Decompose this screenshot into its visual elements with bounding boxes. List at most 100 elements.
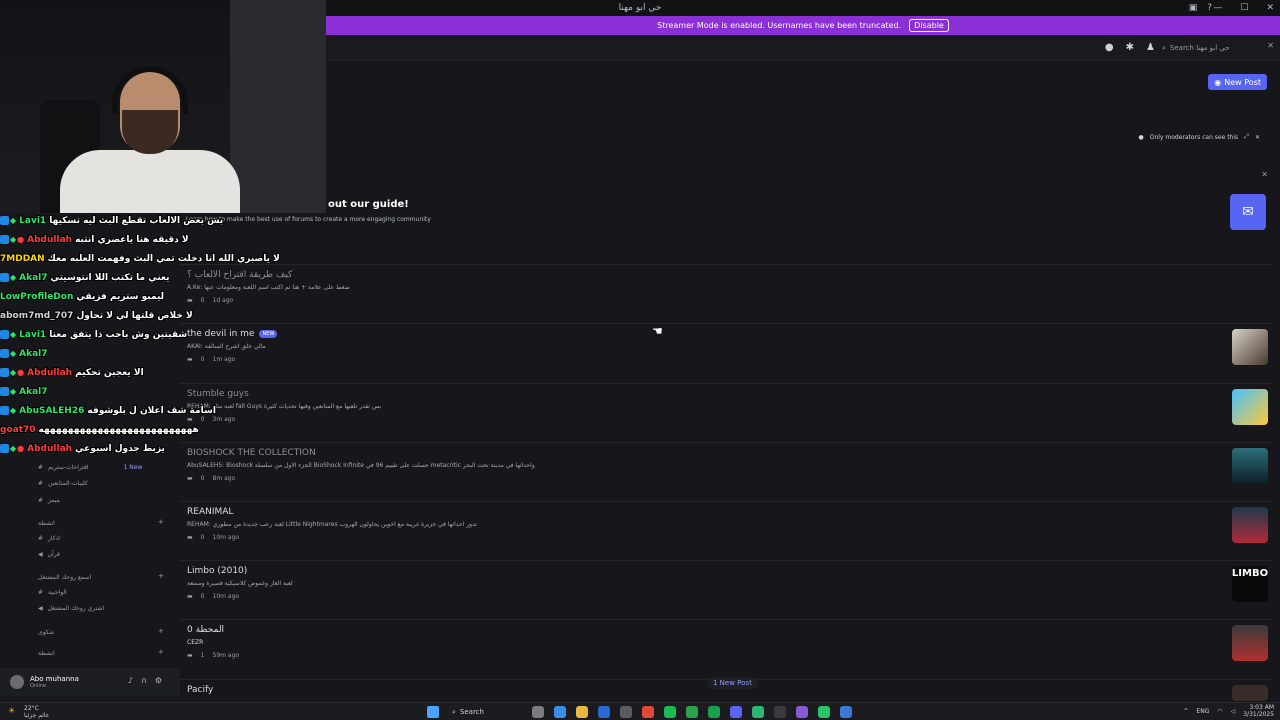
xbox-icon[interactable]	[686, 706, 698, 718]
channel-item[interactable]: # اقتراحات-ستريم 1 New	[38, 464, 142, 471]
channel-category[interactable]: اسمع روحك المشتغل	[38, 574, 91, 581]
channel-item[interactable]: ◀ اشتري روحك المشتغل	[38, 605, 104, 612]
app-icon[interactable]	[840, 706, 852, 718]
system-tray: ^ ENG ◠ ◁ 3:03 AM 3/31/2025	[1183, 704, 1274, 718]
webcam-person-beard	[122, 110, 178, 154]
mouse-cursor-icon: ☚	[652, 324, 663, 338]
forum-channel-icon: #	[38, 464, 44, 471]
taskbar: ☀ 22°C غائم جزئيا ⌕ Search ^ ENG ◠ ◁ 3:0…	[0, 702, 1280, 720]
chevron-up-icon[interactable]: ^	[1183, 708, 1188, 715]
chat-message: ◆ Lavi1 بس بعض الالعاب تقطع البث ليه تسكيه…	[0, 211, 223, 230]
channel-category[interactable]: انشطة	[38, 650, 55, 657]
help-icon[interactable]: ?	[1207, 0, 1212, 16]
edge-icon[interactable]	[554, 706, 566, 718]
speaker-icon: ◀	[38, 605, 43, 612]
new-badge: 1 New	[123, 464, 143, 471]
expand-icon[interactable]: ⤢	[1244, 133, 1249, 141]
channel-category[interactable]: شكوى	[38, 629, 54, 636]
post-thumbnail	[1232, 507, 1268, 543]
chat-message: ◆ ● Abdullah الا يعجبن تحكيم	[0, 363, 144, 382]
webcam-person-body	[60, 150, 240, 213]
post-thumbnail	[1232, 448, 1268, 484]
app-icon[interactable]	[796, 706, 808, 718]
post-author: CEZR	[187, 639, 204, 646]
post-thumbnail	[1232, 625, 1268, 661]
headphones-icon[interactable]: ∩	[141, 676, 147, 685]
app-icon[interactable]	[818, 706, 830, 718]
notification-bell-icon[interactable]: ✱	[1126, 42, 1134, 53]
discord-icon[interactable]	[730, 706, 742, 718]
maximize-button[interactable]: ☐	[1240, 0, 1248, 16]
app-icon[interactable]	[752, 706, 764, 718]
search-input[interactable]: ⌕ Search حي ابو مهنا ✕	[1158, 41, 1274, 55]
store-icon[interactable]	[598, 706, 610, 718]
close-icon[interactable]: ✕	[1261, 170, 1268, 179]
inbox-icon[interactable]: ▣	[1189, 0, 1198, 16]
forum-post[interactable]: المحطة 0 CEZR ▬ 1 59m ago	[180, 619, 1272, 675]
add-channel-icon[interactable]: +	[158, 518, 164, 526]
post-title: المحطة 0	[187, 625, 225, 635]
chat-message: ◆ Akal7 يعني ما تكتب اللا انتوسيتي	[0, 268, 169, 287]
minimize-button[interactable]: —	[1213, 0, 1222, 16]
channel-item[interactable]: # كليبات-المتابعين	[38, 480, 88, 487]
members-icon[interactable]: ♟	[1146, 42, 1155, 53]
info-icon[interactable]: ●	[1105, 42, 1114, 53]
post-thumbnail	[1232, 685, 1268, 701]
close-button[interactable]: ✕	[1266, 0, 1274, 16]
user-controls: ♪ ∩ ⚙	[128, 676, 162, 685]
channel-header: ● ✱ ♟ ⌕ Search حي ابو مهنا ✕	[326, 35, 1280, 61]
chat-message: LowProfileDon ليمبو ستريم فزيقي	[0, 291, 165, 302]
language-indicator[interactable]: ENG	[1196, 708, 1209, 715]
webcam-overlay	[0, 0, 326, 213]
chat-message: ◆ Lavi1 شقيتين وش باحب ذا يتفق معنا	[0, 325, 187, 344]
gear-icon[interactable]: ⚙	[155, 676, 162, 685]
volume-icon[interactable]: ◁	[1231, 708, 1236, 715]
forum-post[interactable]: BIOSHOCK THE COLLECTION AbuSALEH5: Biosh…	[180, 442, 1272, 498]
app-icon[interactable]	[708, 706, 720, 718]
channel-item[interactable]: # اذكار	[38, 535, 60, 542]
titlebar-icons: ▣ ?	[1189, 0, 1212, 16]
channel-item[interactable]: # ميمز	[38, 497, 60, 504]
new-post-indicator[interactable]: 1 New Post	[707, 677, 758, 689]
add-channel-icon[interactable]: +	[158, 627, 164, 635]
post-meta: ▬ 0 10m ago	[187, 534, 240, 541]
brave-icon[interactable]	[642, 706, 654, 718]
speaker-icon: ◀	[38, 551, 43, 558]
weather-widget[interactable]: 22°C غائم جزئيا	[24, 705, 49, 719]
forum-guide-card[interactable]: ✕ out our guide! Learn how to make the b…	[186, 168, 1272, 236]
forum-post[interactable]: REANIMAL REHAM: لعبة رعب جديدة من مطوري …	[180, 501, 1272, 557]
chat-message: 7MDDAN لا ياصبري الله انا دخلت تمي البث و…	[0, 253, 280, 264]
avatar[interactable]	[10, 675, 24, 689]
clear-icon[interactable]: ✕	[1267, 41, 1274, 50]
forum-post[interactable]: Stumble guys REHAM: لعبة مثل fall Guys ب…	[180, 383, 1272, 439]
app-icon[interactable]	[620, 706, 632, 718]
new-post-button[interactable]: ◉ New Post	[1208, 74, 1267, 90]
moderators-note: ● Only moderators can see this ⤢ ✕	[1139, 133, 1260, 141]
forum-post[interactable]: كيف طريقة اقتراح الالعاب ؟ A.Ke: ضغط على…	[180, 264, 1272, 320]
file-explorer-icon[interactable]	[576, 706, 588, 718]
forum-post[interactable]: Limbo (2010) لعبة الغاز وغموض كلاسيكية ق…	[180, 560, 1272, 616]
channel-item[interactable]: # الواجبية	[38, 589, 67, 596]
start-button[interactable]	[427, 706, 439, 718]
post-meta: ▬ 1 59m ago	[187, 652, 240, 659]
taskbar-search[interactable]: ⌕ Search	[446, 705, 526, 719]
streamer-mode-banner: Streamer Mode is enabled. Usernames have…	[326, 16, 1280, 35]
wifi-icon[interactable]: ◠	[1217, 708, 1222, 715]
obs-icon[interactable]	[774, 706, 786, 718]
post-preview: AbuSALEH5: Bioshock الجزء الاول من سلسلة…	[187, 462, 535, 469]
widgets-icon[interactable]	[532, 706, 544, 718]
spotify-icon[interactable]	[664, 706, 676, 718]
disable-streamer-mode-button[interactable]: Disable	[909, 19, 949, 32]
forum-post[interactable]: the devil in me NEW AKAI: مالي خلق اشرح ا…	[180, 323, 1272, 379]
reply-icon: ▬	[187, 593, 193, 600]
clock[interactable]: 3:03 AM 3/31/2025	[1243, 704, 1274, 718]
microphone-icon[interactable]: ♪	[128, 676, 133, 685]
channel-item[interactable]: ◀ قرآن	[38, 551, 60, 558]
add-channel-icon[interactable]: +	[158, 648, 164, 656]
dismiss-icon[interactable]: ✕	[1255, 134, 1260, 141]
add-channel-icon[interactable]: +	[158, 572, 164, 580]
channel-category[interactable]: انشطة	[38, 520, 55, 527]
post-meta: ▬ 0 8m ago	[187, 475, 236, 482]
reply-icon: ▬	[187, 652, 193, 659]
reply-icon: ▬	[187, 534, 193, 541]
